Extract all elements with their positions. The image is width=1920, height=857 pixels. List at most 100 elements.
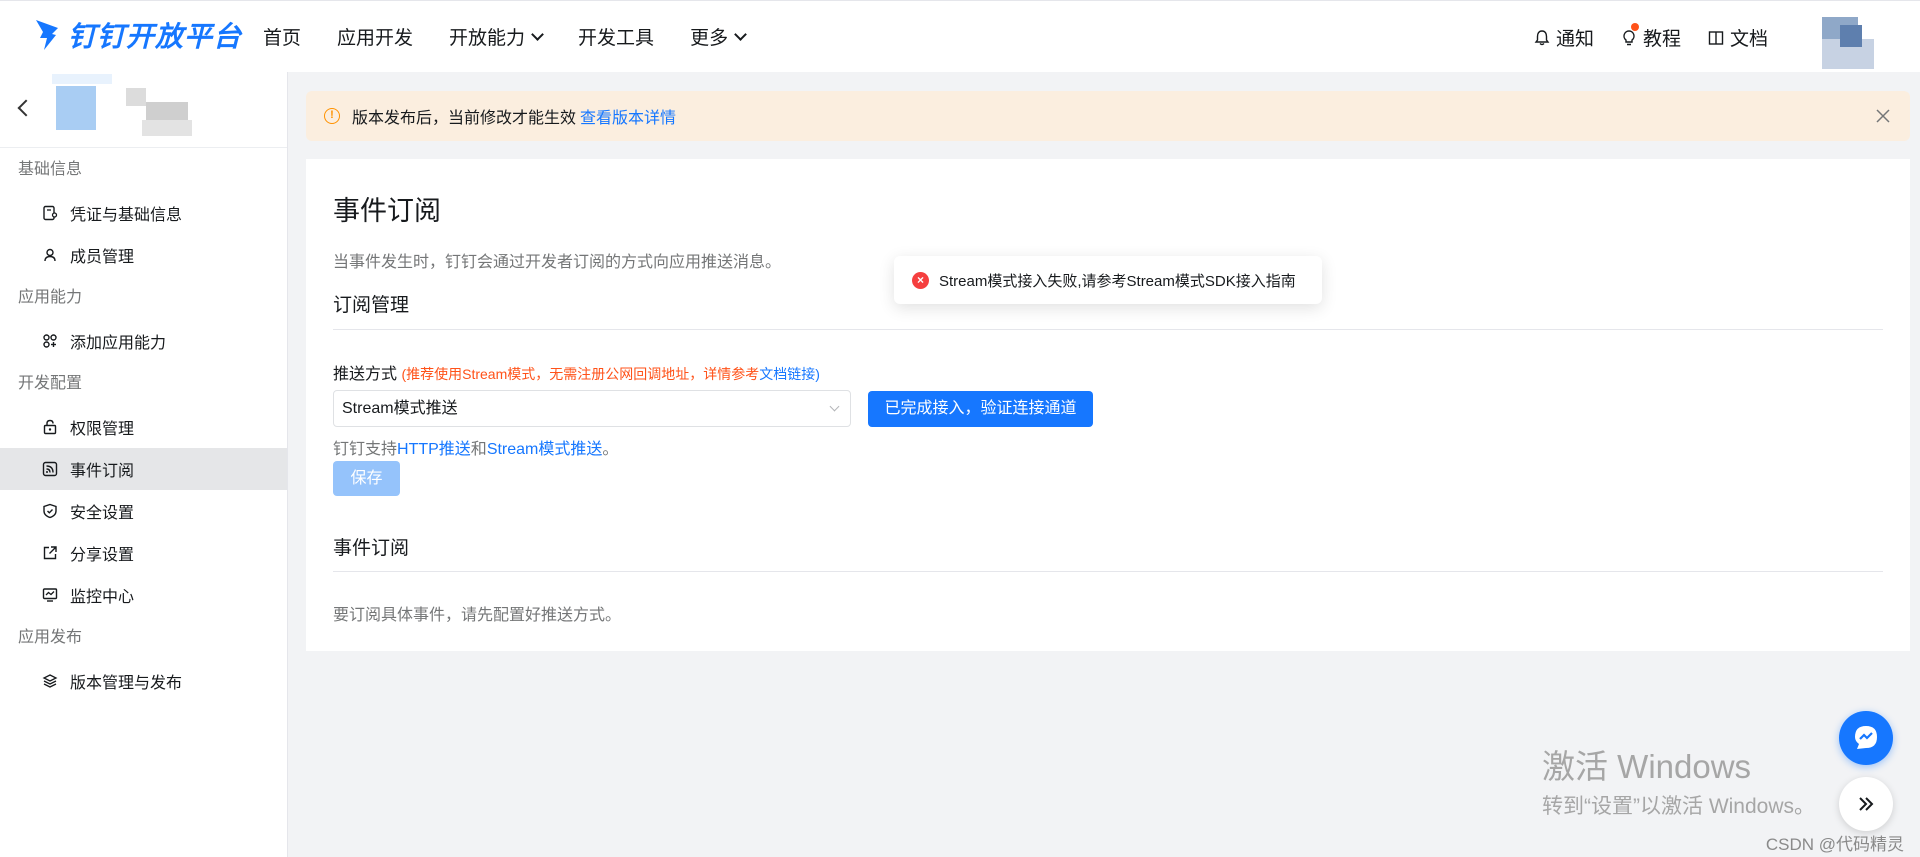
sidebar-item-add-capability[interactable]: 添加应用能力 <box>0 320 287 362</box>
sidebar-item-label: 权限管理 <box>70 421 135 438</box>
toast-message: Stream模式接入失败,请参考Stream模式SDK接入指南 <box>939 272 1296 290</box>
app-name-blurred <box>126 86 198 138</box>
push-mode-value: Stream模式推送 <box>342 400 458 417</box>
watermark-line1: 激活 Windows <box>1542 748 1752 785</box>
brand-logo[interactable]: 钉钉开放平台 <box>34 15 242 55</box>
nav-open-capability-label: 开放能力 <box>449 28 526 49</box>
sidebar-section-capability: 应用能力 <box>18 289 83 306</box>
sidebar-item-members[interactable]: 成员管理 <box>0 234 287 276</box>
tutorial-link[interactable]: 教程 <box>1620 23 1681 51</box>
info-warning-icon: ! <box>324 108 340 124</box>
double-chevron-right-icon <box>1859 797 1874 811</box>
chat-assistant-icon <box>1855 726 1877 749</box>
monitor-icon <box>42 588 58 602</box>
notify-link[interactable]: 通知 <box>1533 24 1594 51</box>
app-logo <box>52 74 112 142</box>
tutorial-label: 教程 <box>1642 29 1681 50</box>
sidebar-item-share[interactable]: 分享设置 <box>0 532 287 574</box>
push-label-text: 推送方式 <box>333 366 398 383</box>
http-push-link[interactable]: HTTP推送 <box>397 441 471 458</box>
push-mode-select[interactable]: Stream模式推送 <box>333 390 851 427</box>
verify-connection-button[interactable]: 已完成接入，验证连接通道 <box>868 391 1093 427</box>
support-prefix: 钉钉支持 <box>333 441 398 458</box>
sidebar-item-label: 凭证与基础信息 <box>70 207 183 224</box>
sidebar-item-label: 监控中心 <box>70 589 135 606</box>
sidebar-section-basic: 基础信息 <box>18 161 83 178</box>
support-and: 和 <box>470 441 487 458</box>
bell-icon <box>1534 29 1550 45</box>
event-subscription-subtitle: 事件订阅 <box>333 538 410 559</box>
sidebar-item-monitor[interactable]: 监控中心 <box>0 574 287 616</box>
nav-dev-tools-label: 开发工具 <box>578 28 655 49</box>
page-description: 当事件发生时，钉钉会通过开发者订阅的方式向应用推送消息。 <box>333 254 782 271</box>
close-icon[interactable] <box>1874 107 1892 125</box>
sidebar-item-label: 分享设置 <box>70 547 135 564</box>
brand-name: 钉钉开放平台 <box>68 21 243 52</box>
lock-icon <box>43 419 57 435</box>
nav-home[interactable]: 首页 <box>263 23 301 50</box>
right-nav: 通知 教程 文档 <box>1533 23 1768 51</box>
sidebar-item-label: 成员管理 <box>70 249 135 266</box>
notify-label: 通知 <box>1555 29 1594 50</box>
divider <box>333 571 1883 572</box>
push-mode-label: 推送方式 (推荐使用Stream模式，无需注册公网回调地址，详情参考文档链接) <box>333 360 820 384</box>
dingtalk-logo-icon <box>36 20 58 50</box>
sidebar-item-label: 安全设置 <box>70 505 135 522</box>
subscription-mgmt-title: 订阅管理 <box>333 295 410 316</box>
nav-more[interactable]: 更多 <box>690 23 747 50</box>
sidebar-item-event-subscription[interactable]: 事件订阅 <box>0 448 287 490</box>
assistant-float-button[interactable] <box>1839 711 1893 765</box>
nav-dev-tools[interactable]: 开发工具 <box>578 23 654 50</box>
version-notice-banner: ! 版本发布后，当前修改才能生效 查看版本详情 <box>306 91 1910 141</box>
app-header <box>0 72 287 148</box>
nav-home-label: 首页 <box>263 28 302 49</box>
support-end: 。 <box>602 441 619 458</box>
push-hint-suffix: ) <box>815 366 820 382</box>
sidebar-section-dev-config: 开发配置 <box>18 375 83 392</box>
rss-icon <box>42 461 58 477</box>
sidebar-item-credentials[interactable]: 凭证与基础信息 <box>0 192 287 234</box>
nav-app-dev[interactable]: 应用开发 <box>337 23 413 50</box>
save-button[interactable]: 保存 <box>333 461 400 496</box>
view-version-detail-link[interactable]: 查看版本详情 <box>580 104 676 128</box>
apps-grid-icon <box>43 334 57 348</box>
nav-open-capability[interactable]: 开放能力 <box>449 23 544 50</box>
sidebar-item-label: 事件订阅 <box>70 463 135 480</box>
push-hint-prefix: (推荐使用Stream模式，无需注册公网回调地址，详情参考 <box>401 366 760 382</box>
sidebar-item-version-release[interactable]: 版本管理与发布 <box>0 660 287 702</box>
watermark-line2: 转到“设置”以激活 Windows。 <box>1542 795 1816 818</box>
shield-icon <box>43 503 57 519</box>
top-navbar: 钉钉开放平台 首页 应用开发 开放能力 开发工具 更多 通知 教程 文档 <box>0 0 1920 72</box>
windows-activation-watermark: 激活 Windows 转到“设置”以激活 Windows。 <box>1542 740 1815 820</box>
docs-label: 文档 <box>1729 29 1768 50</box>
sidebar-item-label: 版本管理与发布 <box>70 675 183 692</box>
notification-dot <box>1630 23 1639 31</box>
chevron-down-icon <box>829 401 840 412</box>
sidebar: 基础信息 凭证与基础信息 成员管理 应用能力 添加应用能力 开发配置 权限管理 … <box>0 72 288 857</box>
main-menu: 首页 应用开发 开放能力 开发工具 更多 <box>263 23 781 50</box>
expand-float-button[interactable] <box>1839 777 1893 831</box>
sidebar-item-security[interactable]: 安全设置 <box>0 490 287 532</box>
push-mode-hint: (推荐使用Stream模式，无需注册公网回调地址，详情参考文档链接) <box>401 366 819 382</box>
page-title: 事件订阅 <box>333 196 441 226</box>
divider <box>333 329 1883 330</box>
book-icon <box>1708 30 1724 45</box>
doc-link[interactable]: 文档链接 <box>759 366 815 382</box>
banner-text: 版本发布后，当前修改才能生效 <box>352 110 577 127</box>
event-subscription-empty-hint: 要订阅具体事件，请先配置好推送方式。 <box>333 607 622 624</box>
credential-icon <box>43 205 58 221</box>
sidebar-item-label: 添加应用能力 <box>70 335 167 352</box>
back-arrow-icon[interactable] <box>17 99 35 117</box>
event-subscription-panel: 事件订阅 当事件发生时，钉钉会通过开发者订阅的方式向应用推送消息。 订阅管理 推… <box>306 159 1910 651</box>
chevron-down-icon <box>734 27 747 41</box>
nav-more-label: 更多 <box>690 28 729 49</box>
support-text: 钉钉支持HTTP推送和Stream模式推送。 <box>333 435 618 459</box>
docs-link[interactable]: 文档 <box>1707 24 1768 51</box>
sidebar-item-permissions[interactable]: 权限管理 <box>0 406 287 448</box>
chevron-down-icon <box>531 27 544 41</box>
error-toast: × Stream模式接入失败,请参考Stream模式SDK接入指南 <box>894 256 1322 304</box>
stream-push-link[interactable]: Stream模式推送 <box>487 441 603 458</box>
error-icon: × <box>912 271 929 289</box>
user-avatar[interactable] <box>1822 17 1874 69</box>
lightbulb-icon <box>1623 29 1635 45</box>
